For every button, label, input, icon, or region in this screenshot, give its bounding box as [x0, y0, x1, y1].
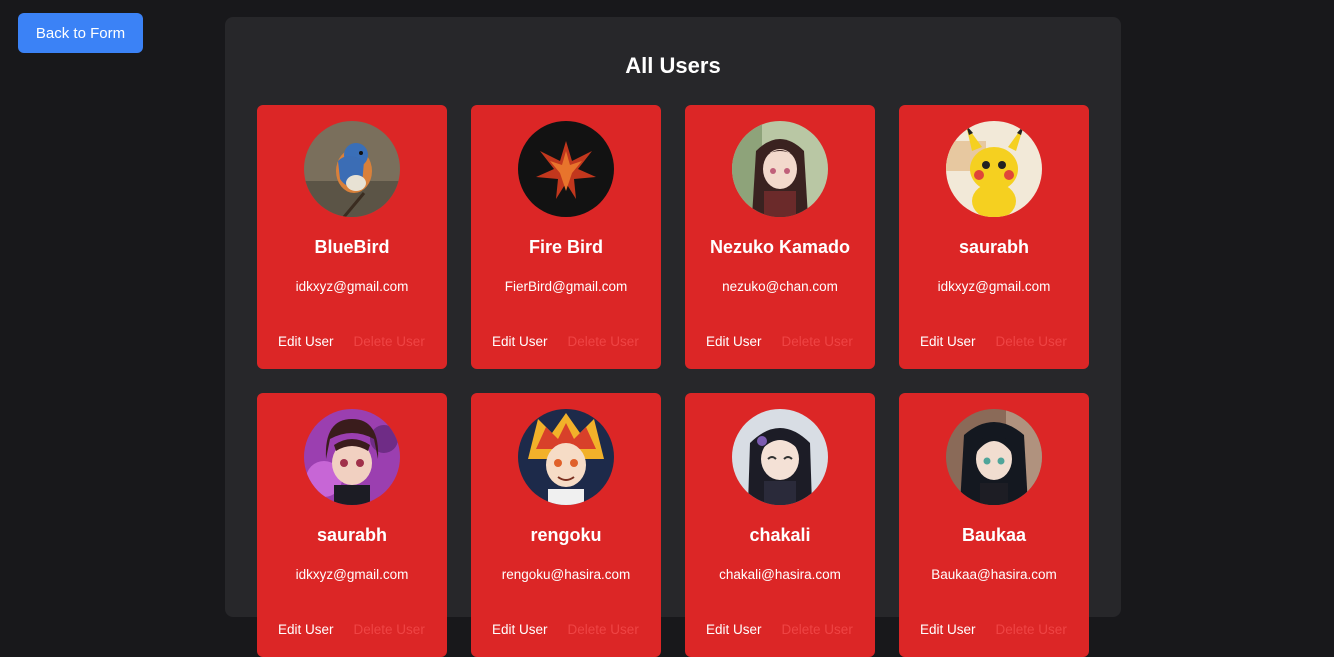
- user-name: Fire Bird: [528, 237, 603, 257]
- user-card: Fire Bird FierBird@gmail.com Edit User D…: [471, 105, 661, 369]
- edit-user-button[interactable]: Edit User: [278, 622, 334, 637]
- edit-user-button[interactable]: Edit User: [920, 622, 976, 637]
- user-card-grid: BlueBird idkxyz@gmail.com Edit User Dele…: [257, 105, 1089, 657]
- delete-user-button[interactable]: Delete User: [996, 622, 1067, 637]
- delete-user-button[interactable]: Delete User: [354, 622, 425, 637]
- avatar: [518, 121, 614, 217]
- avatar: [304, 409, 400, 505]
- user-email: FierBird@gmail.com: [504, 279, 628, 294]
- anime-girl-avatar-icon: [732, 121, 828, 217]
- edit-user-button[interactable]: Edit User: [706, 334, 762, 349]
- user-card: Baukaa Baukaa@hasira.com Edit User Delet…: [899, 393, 1089, 657]
- user-email: idkxyz@gmail.com: [295, 567, 409, 582]
- avatar: [732, 121, 828, 217]
- edit-user-button[interactable]: Edit User: [706, 622, 762, 637]
- back-to-form-button[interactable]: Back to Form: [18, 13, 143, 53]
- avatar: [946, 121, 1042, 217]
- user-card: chakali chakali@hasira.com Edit User Del…: [685, 393, 875, 657]
- user-name: saurabh: [316, 525, 388, 545]
- anime-smiling-girl-avatar-icon: [732, 409, 828, 505]
- delete-user-button[interactable]: Delete User: [568, 622, 639, 637]
- edit-user-button[interactable]: Edit User: [492, 622, 548, 637]
- edit-user-button[interactable]: Edit User: [492, 334, 548, 349]
- user-name: saurabh: [958, 237, 1030, 257]
- avatar: [946, 409, 1042, 505]
- user-card: saurabh idkxyz@gmail.com Edit User Delet…: [257, 393, 447, 657]
- avatar: [304, 121, 400, 217]
- page-title: All Users: [625, 53, 721, 78]
- user-card: Nezuko Kamado nezuko@chan.com Edit User …: [685, 105, 875, 369]
- user-email: rengoku@hasira.com: [501, 567, 631, 582]
- bluebird-avatar-icon: [304, 121, 400, 217]
- user-email: idkxyz@gmail.com: [295, 279, 409, 294]
- user-name: chakali: [749, 525, 811, 545]
- user-card: rengoku rengoku@hasira.com Edit User Del…: [471, 393, 661, 657]
- avatar: [732, 409, 828, 505]
- user-name: rengoku: [530, 525, 602, 545]
- edit-user-button[interactable]: Edit User: [278, 334, 334, 349]
- delete-user-button[interactable]: Delete User: [996, 334, 1067, 349]
- edit-user-button[interactable]: Edit User: [920, 334, 976, 349]
- user-email: idkxyz@gmail.com: [937, 279, 1051, 294]
- avatar: [518, 409, 614, 505]
- user-name: Nezuko Kamado: [709, 237, 851, 257]
- delete-user-button[interactable]: Delete User: [782, 334, 853, 349]
- user-email: chakali@hasira.com: [719, 567, 841, 582]
- user-name: BlueBird: [314, 237, 390, 257]
- delete-user-button[interactable]: Delete User: [782, 622, 853, 637]
- users-panel: All Users BlueBird idkxyz@gmail.com Edit…: [225, 17, 1121, 657]
- anime-flame-hair-avatar-icon: [518, 409, 614, 505]
- anime-dark-hair-avatar-icon: [946, 409, 1042, 505]
- user-email: nezuko@chan.com: [722, 279, 838, 294]
- phoenix-avatar-icon: [518, 121, 614, 217]
- pikachu-avatar-icon: [946, 121, 1042, 217]
- anime-boy-avatar-icon: [304, 409, 400, 505]
- user-email: Baukaa@hasira.com: [931, 567, 1057, 582]
- delete-user-button[interactable]: Delete User: [568, 334, 639, 349]
- user-card: BlueBird idkxyz@gmail.com Edit User Dele…: [257, 105, 447, 369]
- user-name: Baukaa: [961, 525, 1027, 545]
- delete-user-button[interactable]: Delete User: [354, 334, 425, 349]
- user-card: saurabh idkxyz@gmail.com Edit User Delet…: [899, 105, 1089, 369]
